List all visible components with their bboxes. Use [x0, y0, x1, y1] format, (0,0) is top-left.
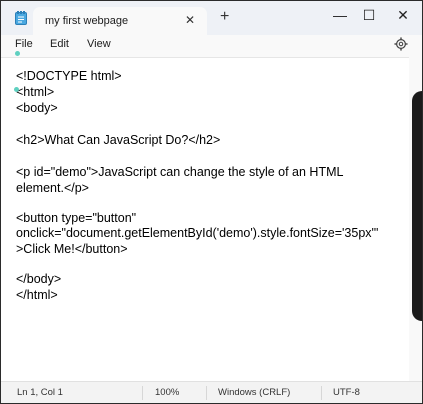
- close-icon: ✕: [397, 7, 409, 23]
- code-line: <!DOCTYPE html>: [16, 69, 122, 83]
- status-divider: [321, 386, 322, 400]
- menu-bar: File Edit View: [1, 35, 422, 57]
- code-line: >Click Me!</button>: [16, 242, 128, 256]
- background-edge: [412, 91, 422, 321]
- code-line: <html>: [16, 85, 55, 99]
- plus-icon[interactable]: +: [220, 8, 229, 26]
- code-line: <p id="demo">JavaScript can change the s…: [16, 165, 344, 179]
- status-divider: [206, 386, 207, 400]
- code-line: </html>: [16, 288, 58, 302]
- menu-file[interactable]: File: [15, 38, 33, 50]
- code-line: </body>: [16, 272, 62, 286]
- maximize-button[interactable]: ☐: [357, 5, 381, 25]
- minimize-icon: —: [333, 7, 347, 23]
- menu-edit[interactable]: Edit: [50, 38, 69, 50]
- tab-title: my first webpage: [45, 15, 129, 27]
- status-divider: [142, 386, 143, 400]
- code-line: <h2>What Can JavaScript Do?</h2>: [16, 133, 221, 147]
- minimize-button[interactable]: —: [328, 5, 352, 25]
- title-bar: my first webpage ✕ + — ☐ ✕: [1, 1, 422, 35]
- code-line: <body>: [16, 101, 58, 115]
- line-ending[interactable]: Windows (CRLF): [218, 387, 290, 398]
- notepad-window: my first webpage ✕ + — ☐ ✕ File Edit Vie…: [0, 0, 423, 404]
- cursor-position: Ln 1, Col 1: [17, 387, 63, 398]
- text-editor[interactable]: <!DOCTYPE html> <html> <body> <h2>What C…: [1, 57, 409, 381]
- tab-my-first-webpage[interactable]: my first webpage ✕: [33, 7, 207, 35]
- maximize-icon: ☐: [362, 7, 376, 23]
- code-line: onclick="document.getElementById('demo')…: [16, 226, 379, 240]
- code-line: element.</p>: [16, 181, 89, 195]
- status-bar: Ln 1, Col 1 100% Windows (CRLF) UTF-8: [1, 381, 422, 403]
- code-line: <button type="button": [16, 211, 137, 225]
- close-icon[interactable]: ✕: [185, 13, 195, 27]
- gear-icon[interactable]: [394, 37, 408, 51]
- focus-indicator: [15, 51, 20, 56]
- menu-view[interactable]: View: [87, 38, 111, 50]
- notepad-icon: [15, 11, 27, 25]
- encoding[interactable]: UTF-8: [333, 387, 360, 398]
- close-window-button[interactable]: ✕: [391, 5, 415, 25]
- caret-indicator: [14, 87, 19, 92]
- zoom-level[interactable]: 100%: [155, 387, 179, 398]
